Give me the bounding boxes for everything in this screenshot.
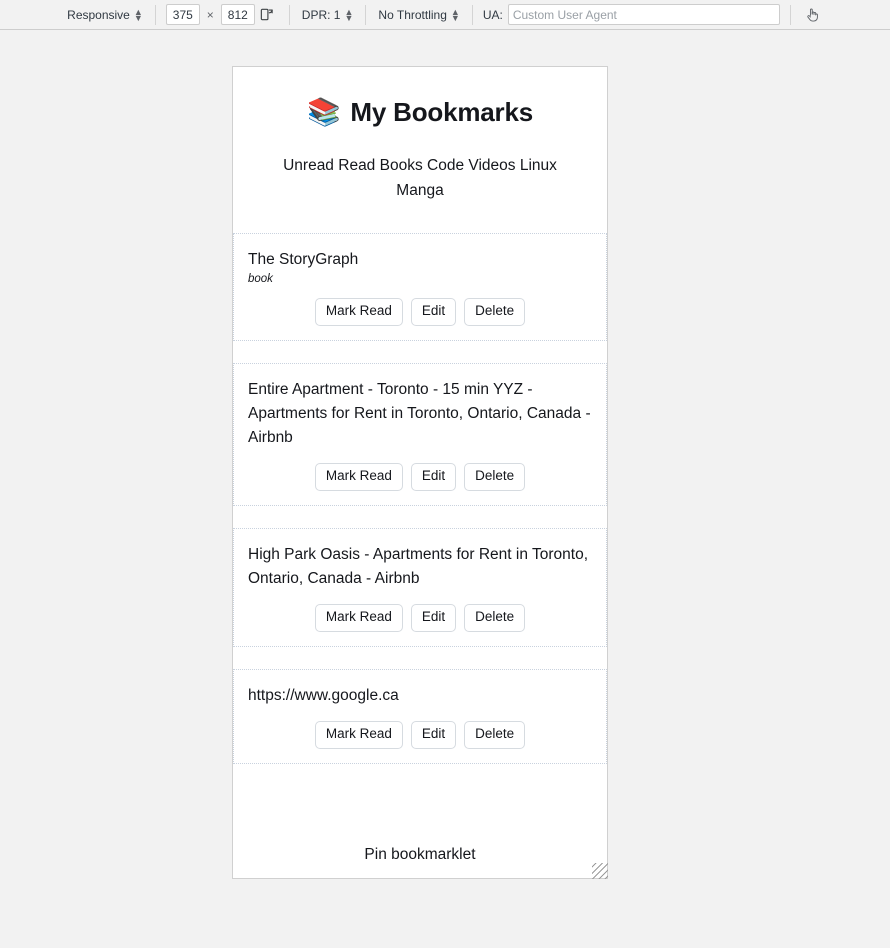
device-preset-select[interactable]: Responsive ▲ ▼ — [65, 6, 145, 24]
page-title: 📚 My Bookmarks — [247, 97, 593, 128]
mark-read-button[interactable]: Mark Read — [314, 720, 403, 749]
nav-link-videos[interactable]: Videos — [468, 157, 515, 174]
viewport-resize-handle[interactable] — [592, 863, 608, 879]
bookmark-actions: Mark Read Edit Delete — [248, 604, 592, 632]
dpr-group: DPR: 1 ▲ ▼ — [294, 0, 362, 30]
delete-button[interactable]: Delete — [464, 298, 526, 327]
edit-button[interactable]: Edit — [410, 298, 457, 327]
throttling-label: No Throttling — [378, 7, 447, 22]
device-viewport-frame: 📚 My Bookmarks Unread Read Books Code Vi… — [232, 66, 608, 879]
edit-button[interactable]: Edit — [410, 720, 457, 749]
bookmark-tag: book — [248, 273, 273, 286]
page-title-text: My Bookmarks — [350, 97, 533, 127]
mark-read-button[interactable]: Mark Read — [314, 298, 403, 327]
edit-button[interactable]: Edit — [410, 604, 457, 632]
bookmark-title[interactable]: High Park Oasis - Apartments for Rent in… — [248, 543, 592, 591]
delete-button[interactable]: Delete — [464, 720, 526, 749]
toolbar-divider — [365, 4, 367, 25]
bookmark-actions: Mark Read Edit Delete — [248, 720, 592, 749]
chevron-updown-icon: ▲ ▼ — [344, 6, 354, 23]
nav-link-read[interactable]: Read — [338, 157, 375, 174]
touch-hand-icon[interactable] — [801, 3, 825, 27]
bookmark-list: The StoryGraph book Mark Read Edit Delet… — [233, 233, 607, 764]
bookmark-card: Entire Apartment - Toronto - 15 min YYZ … — [233, 363, 607, 506]
bookmark-card: High Park Oasis - Apartments for Rent in… — [233, 527, 607, 647]
edit-button[interactable]: Edit — [410, 463, 457, 491]
user-agent-input[interactable] — [507, 4, 780, 25]
chevron-updown-icon: ▲ ▼ — [133, 6, 143, 23]
pin-bookmarklet-link[interactable]: Pin bookmarklet — [364, 846, 475, 863]
bookmark-title[interactable]: https://www.google.ca — [248, 684, 592, 708]
bookmark-card: The StoryGraph book Mark Read Edit Delet… — [233, 233, 607, 342]
bookmark-title[interactable]: The StoryGraph — [248, 248, 592, 272]
nav-link-books[interactable]: Books — [380, 157, 423, 174]
rotate-device-icon[interactable] — [255, 3, 279, 27]
mark-read-button[interactable]: Mark Read — [314, 463, 403, 491]
delete-button[interactable]: Delete — [464, 463, 526, 491]
nav-link-manga[interactable]: Manga — [396, 182, 443, 199]
category-nav: Unread Read Books Code Videos Linux Mang… — [247, 154, 593, 203]
user-agent-group: UA: — [477, 0, 786, 30]
books-icon: 📚 — [307, 97, 341, 129]
nav-link-linux[interactable]: Linux — [520, 157, 557, 174]
network-throttling-select[interactable]: No Throttling ▲ ▼ — [376, 6, 461, 24]
touch-simulation-group — [795, 0, 831, 30]
page-header: 📚 My Bookmarks Unread Read Books Code Vi… — [233, 67, 607, 211]
bookmark-actions: Mark Read Edit Delete — [248, 463, 592, 491]
device-dimensions-group: × — [160, 0, 285, 30]
device-emulation-toolbar: Responsive ▲▼ × DPR: 1 ▲▼ No Throttling … — [0, 0, 890, 30]
user-agent-label: UA: — [482, 7, 503, 22]
chevron-updown-icon: ▲ ▼ — [450, 6, 460, 23]
mark-read-button[interactable]: Mark Read — [314, 604, 403, 632]
toolbar-divider — [154, 4, 156, 25]
delete-button[interactable]: Delete — [464, 604, 526, 632]
throttling-group: No Throttling ▲ ▼ — [370, 0, 467, 30]
bookmarks-page: 📚 My Bookmarks Unread Read Books Code Vi… — [233, 67, 607, 878]
bookmark-card: https://www.google.ca Mark Read Edit Del… — [233, 668, 607, 764]
viewport-width-input[interactable] — [165, 4, 200, 25]
dpr-label: DPR: 1 — [301, 7, 341, 22]
device-preset-group: Responsive ▲ ▼ — [59, 0, 151, 30]
viewport-height-input[interactable] — [220, 4, 255, 25]
toolbar-divider — [471, 4, 473, 25]
bookmark-title[interactable]: Entire Apartment - Toronto - 15 min YYZ … — [248, 378, 592, 450]
toolbar-divider — [288, 4, 290, 25]
nav-link-code[interactable]: Code — [427, 157, 464, 174]
page-footer: Pin bookmarklet — [233, 786, 607, 878]
device-preset-label: Responsive — [67, 7, 130, 22]
device-pixel-ratio-select[interactable]: DPR: 1 ▲ ▼ — [300, 6, 356, 24]
toolbar-divider — [789, 4, 791, 25]
dimension-separator: × — [206, 7, 214, 22]
nav-link-unread[interactable]: Unread — [283, 157, 334, 174]
device-viewport: 📚 My Bookmarks Unread Read Books Code Vi… — [232, 66, 608, 879]
bookmark-actions: Mark Read Edit Delete — [248, 298, 592, 327]
